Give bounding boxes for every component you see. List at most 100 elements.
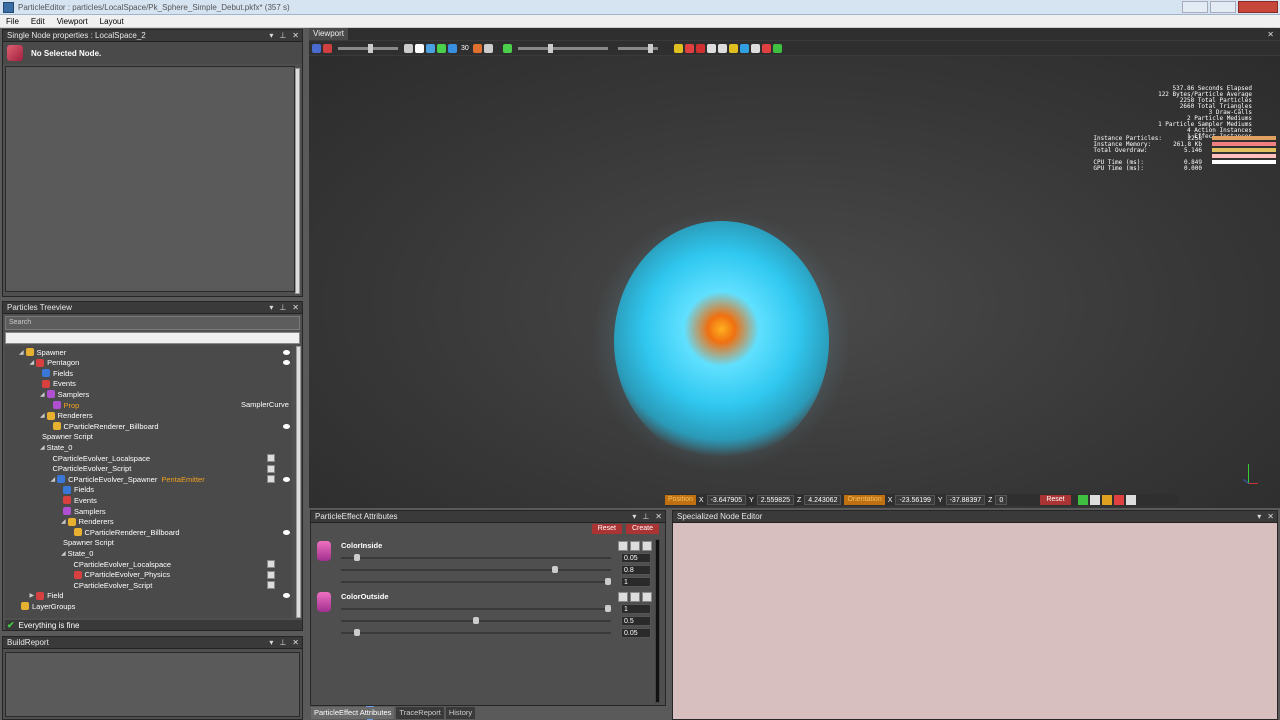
stop-icon[interactable] [684,43,694,53]
viewport-tab[interactable]: Viewport [309,28,348,40]
tree-item[interactable]: Events [61,495,97,505]
snap-icon[interactable] [1089,495,1100,505]
tree-item[interactable]: Fields [40,368,73,378]
tab-particle-effect-attributes[interactable]: ParticleEffect Attributes [311,707,395,719]
tree-item[interactable]: CParticleRenderer_Billboard [72,527,180,537]
pos-x-field[interactable]: -3.647905 [706,495,747,505]
close-icon[interactable]: ✕ [1267,30,1274,39]
visibility-eye-icon[interactable] [283,529,290,535]
tree-item[interactable]: Samplers [61,506,106,516]
expand-arrow-icon[interactable]: ◢ [40,444,45,451]
3d-scene[interactable]: 537.86 Seconds Elapsed 122 Bytes/Particle… [309,56,1280,508]
wire-icon[interactable] [706,43,716,53]
search-input[interactable] [5,332,300,344]
tree-item[interactable]: ◢ Renderers [40,411,93,421]
attr-color-icon[interactable] [642,541,652,551]
chevron-down-icon[interactable]: ▾ [632,512,636,521]
attribute-slider-track[interactable] [341,632,611,634]
attribute-slider-knob[interactable] [354,629,361,636]
pos-y-field[interactable]: 2.559825 [756,495,794,505]
tree-item[interactable]: ◢ Spawner [19,347,66,357]
visibility-eye-icon[interactable] [283,423,290,429]
attribute-value-field[interactable]: 1 [621,604,651,614]
attribute-slider-track[interactable] [341,608,611,610]
attribute-slider-knob[interactable] [552,566,559,573]
attribute-slider-track[interactable] [341,581,611,583]
tab-history[interactable]: History [445,707,476,719]
menu-edit[interactable]: Edit [25,17,51,26]
grid-icon[interactable] [426,43,435,53]
tab-trace-report[interactable]: TraceReport [396,707,444,719]
rot-y-field[interactable]: -37.88397 [945,495,986,505]
menu-layout[interactable]: Layout [94,17,130,26]
tree-item[interactable]: CParticleEvolver_Localspace [51,453,364,626]
globe-icon[interactable] [739,43,749,53]
attributes-reset-button[interactable]: Reset [591,524,622,534]
expand-arrow-icon[interactable]: ◢ [61,518,66,525]
attributes-scrollbar[interactable] [655,539,660,703]
close-icon[interactable]: ✕ [1267,512,1274,521]
move-icon[interactable] [483,43,493,53]
close-icon[interactable]: ✕ [292,31,299,40]
speed-slider[interactable] [517,43,608,53]
chevron-down-icon[interactable]: ▾ [269,638,273,647]
attribute-slider-knob[interactable] [473,617,479,624]
attr-edit-icon[interactable] [618,592,628,602]
visibility-eye-icon[interactable] [283,349,290,355]
expand-arrow-icon[interactable]: ▶ [30,592,35,599]
attribute-value-field[interactable]: 0.8 [621,565,651,575]
pin-icon[interactable]: ⊥ [279,31,286,40]
time-slider[interactable] [338,43,398,53]
expand-arrow-icon[interactable]: ◢ [61,550,66,557]
node-properties-scrollbar[interactable] [295,68,300,294]
bulb-icon[interactable] [728,43,738,53]
treeview-scrollbar[interactable] [296,346,301,618]
tree-item[interactable]: CParticleEvolver_Script [51,464,364,637]
pos-z-field[interactable]: 4.243062 [804,495,842,505]
bounds-icon[interactable] [472,43,482,53]
attribute-slider-knob[interactable] [354,554,361,561]
image-icon[interactable] [761,43,771,53]
attr-color-icon[interactable] [642,592,652,602]
visibility-eye-icon[interactable] [283,360,290,366]
rot-z-field[interactable]: 0 [995,495,1008,505]
transform-reset-button[interactable]: Reset [1040,495,1071,505]
bug-icon[interactable] [695,43,705,53]
attribute-slider-track[interactable] [341,557,611,559]
close-icon[interactable]: ✕ [292,638,299,647]
lock-icon[interactable] [1101,495,1112,505]
enabled-checkbox[interactable] [267,560,275,568]
minimize-button[interactable] [1182,1,1208,13]
expand-arrow-icon[interactable]: ◢ [51,476,56,483]
expand-arrow-icon[interactable]: ◢ [19,349,24,356]
attr-settings-icon[interactable] [630,541,640,551]
enabled-checkbox[interactable] [267,464,275,473]
maximize-button[interactable] [1210,1,1236,13]
zoom-slider[interactable] [617,43,658,53]
attribute-slider-knob[interactable] [605,605,611,612]
axis-icon[interactable] [750,43,760,53]
attribute-value-field[interactable]: 0.05 [621,553,651,563]
chevron-down-icon[interactable]: ▾ [269,31,273,40]
settings-icon[interactable] [404,43,413,53]
grid-toggle-icon[interactable] [1077,495,1088,505]
menu-viewport[interactable]: Viewport [51,17,94,26]
visibility-eye-icon[interactable] [283,476,290,482]
attr-edit-icon[interactable] [618,541,628,551]
attribute-value-field[interactable]: 1 [621,577,651,587]
tree-item[interactable]: ◢ Pentagon [30,358,80,368]
expand-arrow-icon[interactable]: ◢ [40,412,45,419]
light-icon[interactable] [437,43,446,53]
visibility-eye-icon[interactable] [283,593,290,599]
attr-settings-icon[interactable] [630,592,640,602]
pin-icon[interactable]: ⊥ [279,638,286,647]
texture-icon[interactable] [717,43,727,53]
pin-icon[interactable]: ⊥ [642,512,649,521]
delete-icon[interactable] [1113,495,1124,505]
tree-item[interactable]: LayerGroups [19,601,75,611]
close-icon[interactable]: ✕ [655,512,662,521]
pin-icon[interactable]: ⊥ [279,303,286,312]
attribute-slider-track[interactable] [341,569,611,571]
tree-item[interactable]: Spawner Script [40,432,353,605]
attributes-create-button[interactable]: Create [625,524,659,534]
